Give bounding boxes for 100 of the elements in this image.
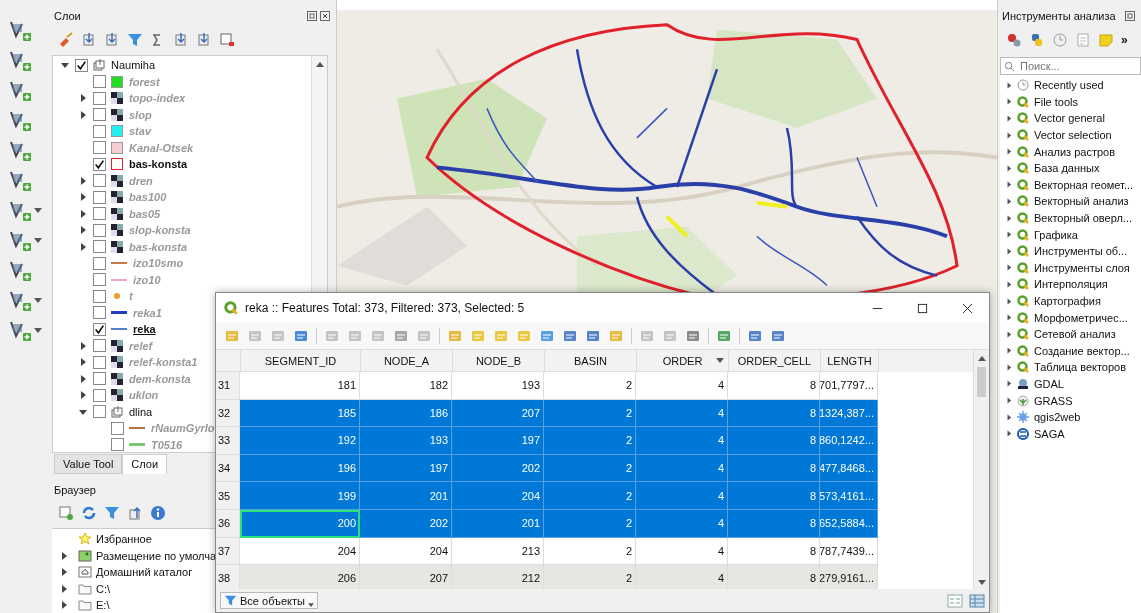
close-icon[interactable] [320,11,330,21]
algorithm-group[interactable]: Интерполяция [1000,276,1141,293]
layer-checkbox[interactable] [93,372,106,386]
caret-icon[interactable] [34,237,42,243]
layer-checkbox[interactable] [93,141,106,155]
search-field[interactable]: Поиск... [1000,57,1141,75]
row-number[interactable]: 37 [216,537,240,566]
row-number[interactable]: 36 [216,509,240,538]
column-header[interactable]: ORDER_CELL [729,350,821,372]
algorithm-group[interactable]: Таблица векторов [1000,359,1141,376]
table-view-icon[interactable] [969,592,985,609]
scroll-up-icon[interactable] [977,356,986,361]
caret-icon[interactable] [34,207,42,213]
algorithm-group[interactable]: File tools [1000,93,1141,111]
row-number[interactable]: 35 [216,482,240,510]
remove-icon[interactable] [219,32,235,48]
scroll-down-icon[interactable] [977,580,986,585]
algorithm-group[interactable]: Сетевой анализ [1000,325,1141,343]
layer-checkbox[interactable] [93,388,106,402]
layer-checkbox[interactable] [93,405,106,419]
scrollbar[interactable] [973,350,989,589]
expand-icon[interactable] [173,32,189,48]
algorithm-group[interactable]: Инструменты об... [1000,242,1141,260]
info-icon[interactable] [150,505,166,521]
layer-checkbox[interactable] [111,421,124,435]
collapsed-arrow-icon[interactable] [1006,380,1012,388]
algorithm-group[interactable]: Картография [1000,292,1141,310]
row-number[interactable]: 32 [216,399,240,428]
algorithm-group[interactable]: Векторный анализ [1000,193,1141,210]
layer-item[interactable]: reka [133,323,156,336]
column-header[interactable]: LENGTH [821,350,879,372]
algorithm-group[interactable]: Инструменты слоя [1000,259,1141,277]
algorithm-group[interactable]: Recently used [1000,77,1141,94]
column-header[interactable]: NODE_A [361,350,453,372]
close-icon[interactable] [962,302,973,314]
dock-tab[interactable]: Value Tool [54,454,123,474]
layer-checkbox[interactable] [93,157,106,171]
algorithm-group[interactable]: qgis2web [1000,408,1141,426]
caret-icon[interactable] [34,327,42,333]
collapsed-arrow-icon[interactable] [60,601,68,610]
algorithm-group[interactable]: Морфометричес... [1000,309,1141,326]
collapsed-arrow-icon[interactable] [1006,297,1012,305]
sort-arrow-icon[interactable] [716,358,724,363]
layer-checkbox[interactable] [93,207,106,221]
collapsed-arrow-icon[interactable] [60,551,68,560]
algorithm-group[interactable]: Векторная геомет... [1000,176,1141,194]
layer-checkbox[interactable] [111,438,124,452]
layer-checkbox[interactable] [93,289,106,303]
float-icon[interactable] [307,11,317,21]
maximize-icon[interactable] [917,302,928,314]
column-header[interactable]: NODE_B [453,350,545,372]
collapsed-arrow-icon[interactable] [60,584,68,593]
algorithm-group[interactable]: SAGA [1000,425,1141,443]
layer-checkbox[interactable] [93,240,106,254]
algorithm-group[interactable]: GRASS [1000,392,1141,409]
dock-tab[interactable]: Слои [122,454,168,474]
layer-checkbox[interactable] [93,273,106,287]
scroll-up-icon[interactable] [315,62,324,67]
column-header[interactable]: SEGMENT_ID [241,350,361,372]
algorithm-group[interactable]: Векторный оверл... [1000,209,1141,227]
row-number[interactable]: 31 [216,372,240,400]
python-icon[interactable] [1029,32,1045,48]
algorithm-group[interactable]: Графика [1000,226,1141,243]
more-button[interactable]: » [1121,33,1128,47]
layer-checkbox[interactable] [93,190,106,204]
scroll-thumb[interactable] [977,367,986,397]
layer-item[interactable]: bas-konsta [129,158,188,171]
algorithm-group[interactable]: База данных [1000,159,1141,177]
filter-dropdown[interactable]: Все объекты [220,592,318,609]
add-icon[interactable] [58,505,74,521]
layer-checkbox[interactable] [93,256,106,270]
column-header[interactable]: BASIN [545,350,637,372]
collapsed-arrow-icon[interactable] [1006,430,1012,438]
layer-checkbox[interactable] [93,223,106,237]
layer-checkbox[interactable] [93,108,106,122]
brush-icon[interactable] [58,32,74,48]
float-icon[interactable] [1125,11,1135,21]
layer-item[interactable]: dlina [129,405,153,418]
layer-checkbox[interactable] [93,355,106,369]
collapsed-arrow-icon[interactable] [1006,131,1012,139]
layer-checkbox[interactable] [93,174,106,188]
algorithm-group[interactable]: Vector selection [1000,126,1141,144]
collapsed-arrow-icon[interactable] [1006,214,1012,222]
collapse-icon[interactable] [196,32,212,48]
algorithm-group[interactable]: Vector general [1000,110,1141,127]
layer-checkbox[interactable] [75,58,88,72]
layer-checkbox[interactable] [93,339,106,353]
layer-checkbox[interactable] [93,91,106,105]
collapse-icon[interactable] [127,505,143,521]
algorithm-group[interactable]: GDAL [1000,375,1141,393]
row-number[interactable]: 34 [216,454,240,483]
collapsed-arrow-icon[interactable] [1006,81,1012,89]
gear-icon[interactable] [1006,32,1022,48]
algorithm-group[interactable]: Создание вектор... [1000,342,1141,360]
layer-checkbox[interactable] [93,306,106,320]
row-number[interactable]: 33 [216,427,240,455]
algorithm-group[interactable]: Анализ растров [1000,143,1141,160]
layer-item[interactable]: Naumiha [111,59,156,72]
column-header[interactable]: ORDER [637,350,729,372]
caret-icon[interactable] [34,297,42,303]
